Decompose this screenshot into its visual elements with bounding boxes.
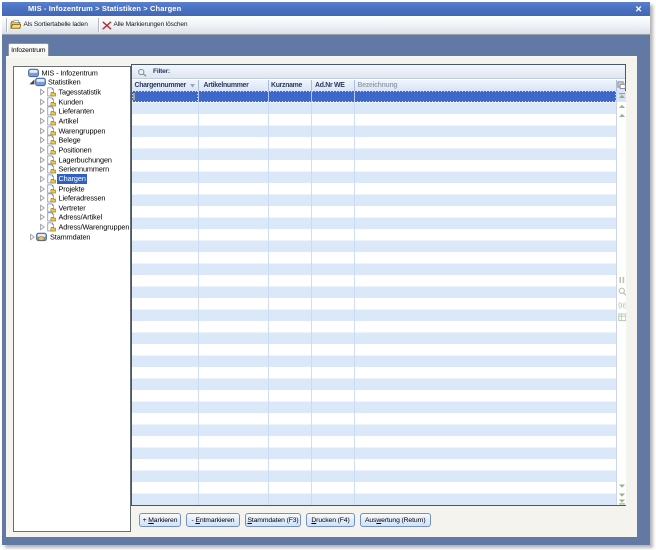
svg-text:96: 96: [618, 302, 626, 311]
